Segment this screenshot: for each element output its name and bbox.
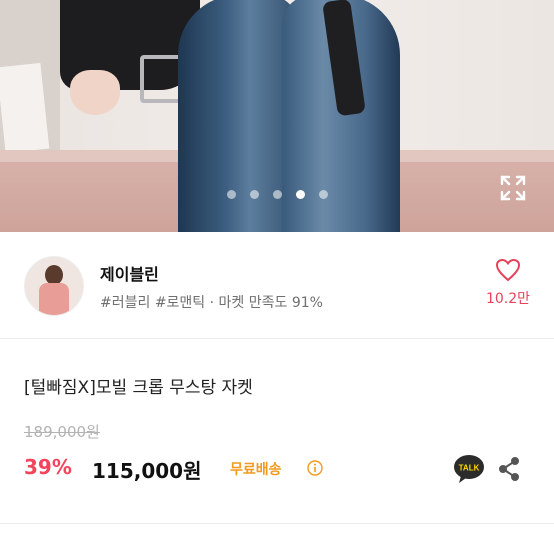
avatar-body <box>39 283 69 315</box>
carousel-dot-2[interactable] <box>249 190 259 199</box>
bottom-divider <box>0 523 554 524</box>
favorite-button[interactable]: 10.2만 <box>478 258 538 314</box>
carousel-dot-3[interactable] <box>272 190 282 199</box>
avatar-head <box>45 265 63 285</box>
carousel-dot-5[interactable] <box>318 190 328 199</box>
carousel-dot-4[interactable] <box>295 190 305 199</box>
favorite-count: 10.2만 <box>485 291 531 307</box>
product-title: [털빠짐X]모빌 크롭 무스탕 자켓 <box>24 378 253 398</box>
discount-rate: 39% <box>24 455 72 479</box>
share-icon[interactable] <box>497 456 521 482</box>
kakao-talk-icon[interactable]: TALK <box>453 454 485 484</box>
carousel-dot-1[interactable] <box>226 190 236 199</box>
sale-price: 115,000원 <box>92 459 202 483</box>
talk-label: TALK <box>459 464 480 473</box>
info-icon[interactable] <box>307 460 323 476</box>
image-hand <box>70 70 120 115</box>
heart-icon <box>495 258 521 282</box>
shop-tags: #러블리 #로맨틱 · 마켓 만족도 91% <box>100 295 323 311</box>
image-buckle <box>140 55 182 103</box>
shop-avatar[interactable] <box>24 256 84 316</box>
free-shipping-badge: 무료배송 <box>230 462 282 478</box>
carousel-indicator <box>0 190 554 204</box>
expand-icon[interactable] <box>499 174 527 202</box>
section-divider <box>0 338 554 339</box>
original-price: 189,000원 <box>24 423 100 441</box>
shop-name[interactable]: 제이블린 <box>100 261 159 285</box>
